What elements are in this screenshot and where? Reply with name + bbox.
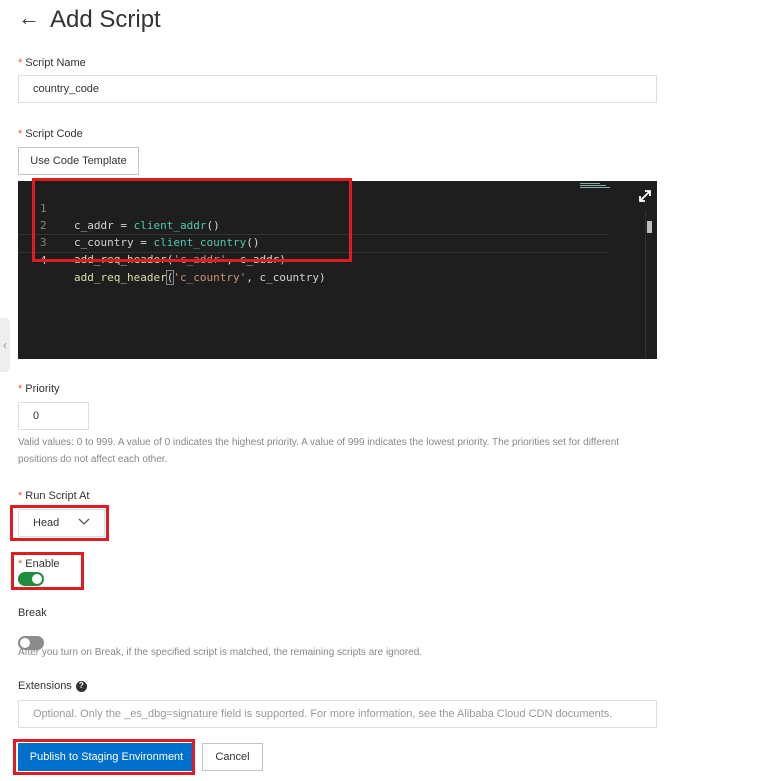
expand-arrows-icon[interactable]	[638, 189, 652, 203]
highlight-box-code	[32, 178, 352, 262]
highlight-box-enable	[11, 552, 84, 590]
break-label: Break	[18, 607, 47, 619]
required-mark: *	[18, 128, 23, 140]
priority-label: * Priority	[18, 383, 60, 395]
extensions-input[interactable]: Optional. Only the _es_dbg=signature fie…	[18, 700, 657, 728]
arrow-left-icon[interactable]: ←	[18, 6, 40, 30]
script-name-value: country_code	[33, 83, 100, 95]
extensions-label: Extensions ?	[18, 679, 87, 693]
use-code-template-button[interactable]: Use Code Template	[18, 147, 139, 175]
cancel-button[interactable]: Cancel	[202, 743, 263, 771]
extensions-placeholder: Optional. Only the _es_dbg=signature fie…	[33, 708, 613, 720]
script-name-label: * Script Name	[18, 57, 86, 69]
priority-value: 0	[33, 410, 40, 422]
script-name-input[interactable]: country_code	[18, 75, 657, 103]
required-mark: *	[18, 383, 23, 395]
question-circle-icon[interactable]: ?	[75, 680, 87, 692]
priority-input[interactable]: 0	[18, 402, 89, 430]
priority-hint: Valid values: 0 to 999. A value of 0 ind…	[18, 437, 620, 465]
run-script-at-label: * Run Script At	[18, 490, 90, 502]
page-title: Add Script	[50, 6, 161, 33]
required-mark: *	[18, 57, 23, 69]
required-mark: *	[18, 490, 23, 502]
script-code-label: * Script Code	[18, 128, 83, 140]
highlight-box-publish	[13, 739, 195, 775]
editor-scrollbar[interactable]	[645, 211, 653, 359]
editor-minimap	[580, 183, 610, 189]
break-hint: After you turn on Break, if the specifie…	[18, 647, 423, 658]
chevron-left-icon[interactable]: ‹	[0, 318, 10, 372]
highlight-box-run-at	[10, 505, 109, 541]
